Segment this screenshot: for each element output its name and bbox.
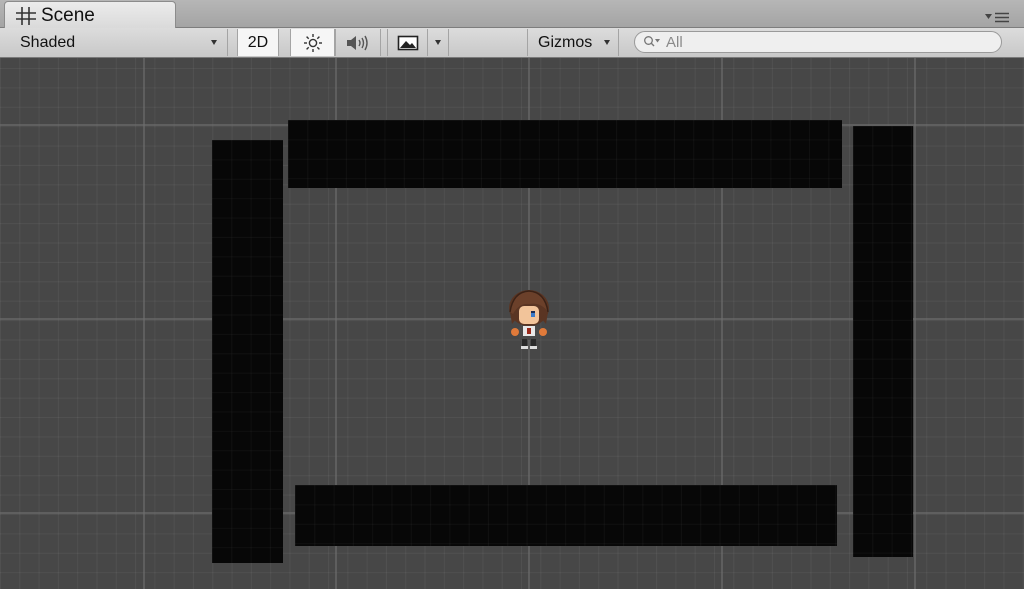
wall-left[interactable] bbox=[212, 140, 283, 563]
2d-mode-label: 2D bbox=[247, 33, 269, 51]
speaker-icon bbox=[347, 35, 368, 50]
wall-bottom[interactable] bbox=[295, 485, 837, 546]
gizmos-label: Gizmos bbox=[538, 33, 593, 51]
panel-options-icon bbox=[985, 12, 1009, 23]
chevron-down-icon bbox=[604, 40, 610, 45]
search-input[interactable]: All bbox=[634, 31, 1002, 53]
scene-viewport[interactable] bbox=[0, 58, 1024, 589]
search-icon bbox=[644, 36, 660, 47]
wall-top[interactable] bbox=[288, 120, 842, 188]
2d-mode-toggle[interactable]: 2D bbox=[237, 29, 279, 56]
tab-title: Scene bbox=[41, 4, 95, 26]
wall-right[interactable] bbox=[853, 126, 913, 557]
chevron-down-icon bbox=[211, 40, 217, 45]
panel-options-button[interactable] bbox=[984, 10, 1010, 24]
tab-strip: Scene bbox=[0, 0, 1024, 29]
render-mode-label: Shaded bbox=[20, 33, 76, 51]
sun-icon bbox=[303, 33, 322, 52]
tab-scene[interactable]: Scene bbox=[4, 1, 176, 29]
grid-hash-icon bbox=[16, 6, 36, 25]
scene-effects-dropdown[interactable] bbox=[427, 29, 449, 56]
render-mode-dropdown[interactable]: Shaded bbox=[10, 29, 228, 56]
search-placeholder: All bbox=[666, 33, 683, 51]
scene-lighting-toggle[interactable] bbox=[290, 29, 335, 56]
image-icon bbox=[397, 35, 418, 50]
chevron-down-icon bbox=[435, 40, 441, 45]
scene-audio-toggle[interactable] bbox=[335, 29, 381, 56]
scene-toolbar: Shaded 2D Gizmos All bbox=[0, 28, 1024, 58]
scene-effects-toggle[interactable] bbox=[387, 29, 427, 56]
player-character-sprite[interactable] bbox=[501, 288, 557, 350]
gizmos-dropdown[interactable]: Gizmos bbox=[527, 29, 619, 56]
